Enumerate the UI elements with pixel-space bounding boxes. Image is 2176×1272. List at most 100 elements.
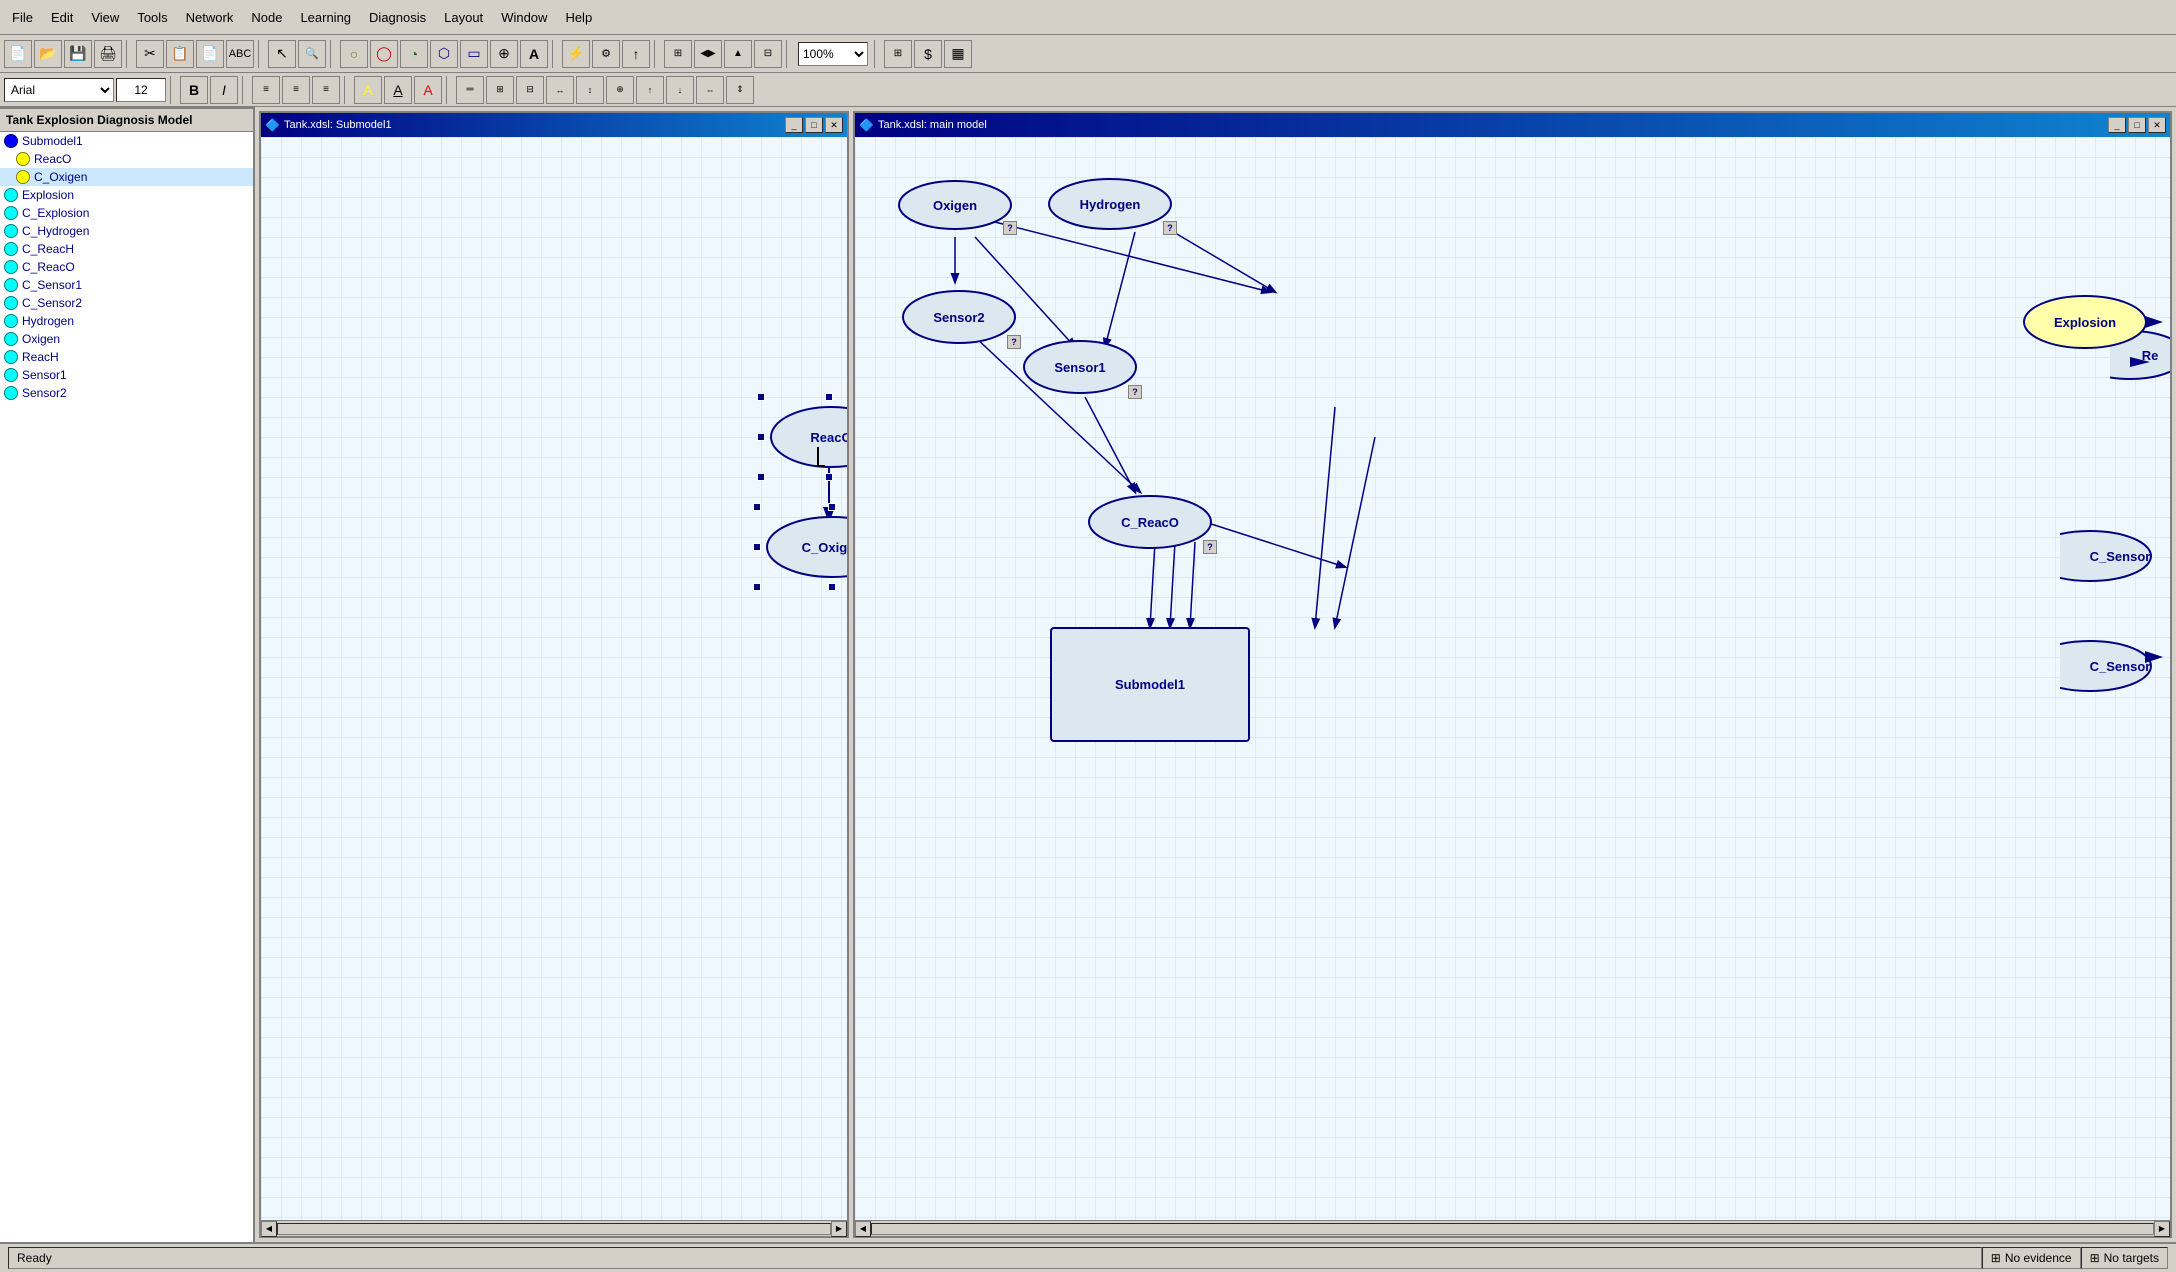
- arc-tool[interactable]: ◔: [400, 40, 428, 68]
- font-name-select[interactable]: Arial: [4, 78, 114, 102]
- nav-tool2[interactable]: ◀▶: [694, 40, 722, 68]
- up-tool[interactable]: ↑: [622, 40, 650, 68]
- handle-ml[interactable]: [757, 433, 765, 441]
- table-button[interactable]: ▦: [944, 40, 972, 68]
- sidebar-item-hydrogen[interactable]: Hydrogen: [0, 312, 253, 330]
- handle-bc[interactable]: [825, 473, 833, 481]
- print-button[interactable]: 🖨: [94, 40, 122, 68]
- node-arrange6[interactable]: ↑: [636, 76, 664, 104]
- font-size-input[interactable]: [116, 78, 166, 102]
- sidebar-item-reacH[interactable]: ReacH: [0, 348, 253, 366]
- cut-button[interactable]: ✂: [136, 40, 164, 68]
- c-oxigen-handle-ml[interactable]: [753, 543, 761, 551]
- align-center-button[interactable]: ≡: [282, 76, 310, 104]
- reaco-node-container[interactable]: ReacO ?: [761, 397, 847, 477]
- sidebar-item-c-oxigen[interactable]: C_Oxigen: [0, 168, 253, 186]
- handle-bl[interactable]: [757, 473, 765, 481]
- submodel-maximize-btn[interactable]: □: [805, 117, 823, 133]
- sidebar-item-c-hydrogen[interactable]: C_Hydrogen: [0, 222, 253, 240]
- link-tool[interactable]: ⚡: [562, 40, 590, 68]
- bold-button[interactable]: B: [180, 76, 208, 104]
- align-right-button[interactable]: ≡: [312, 76, 340, 104]
- node-arrange9[interactable]: ⇕: [726, 76, 754, 104]
- menu-node[interactable]: Node: [243, 6, 290, 29]
- reaco-node[interactable]: ReacO ?: [766, 403, 847, 471]
- grid-button[interactable]: ⊞: [884, 40, 912, 68]
- sensor1-info-badge[interactable]: ?: [1128, 385, 1142, 399]
- sensor1-node[interactable]: Sensor1 ?: [1020, 337, 1140, 397]
- nav-tool4[interactable]: ⊟: [754, 40, 782, 68]
- select-tool[interactable]: ↖: [268, 40, 296, 68]
- circle-tool[interactable]: ◯: [370, 40, 398, 68]
- node-arrange5[interactable]: ⊕: [606, 76, 634, 104]
- node-arrange8[interactable]: ⇔: [696, 76, 724, 104]
- sensor2-node[interactable]: Sensor2 ?: [899, 287, 1019, 347]
- node-arrange4[interactable]: ↕: [576, 76, 604, 104]
- hydrogen-info-badge[interactable]: ?: [1163, 221, 1177, 235]
- new-button[interactable]: 📄: [4, 40, 32, 68]
- menu-file[interactable]: File: [4, 6, 41, 29]
- menu-network[interactable]: Network: [178, 6, 242, 29]
- menu-learning[interactable]: Learning: [292, 6, 359, 29]
- submodel-scroll-right[interactable]: ▶: [831, 1221, 847, 1237]
- c-reaco-main-node[interactable]: C_ReacO ?: [1085, 492, 1215, 552]
- oxigen-info-badge[interactable]: ?: [1003, 221, 1017, 235]
- main-scroll-left[interactable]: ◀: [855, 1221, 871, 1237]
- pin-tool[interactable]: ⊕: [490, 40, 518, 68]
- sidebar-item-submodel1[interactable]: Submodel1: [0, 132, 253, 150]
- highlight-button[interactable]: A: [354, 76, 382, 104]
- hydrogen-node[interactable]: Hydrogen ?: [1045, 175, 1175, 233]
- sidebar-item-reaco[interactable]: ReacO: [0, 150, 253, 168]
- italic-button[interactable]: I: [210, 76, 238, 104]
- align-left-button[interactable]: ≡: [252, 76, 280, 104]
- sensor2-info-badge[interactable]: ?: [1007, 335, 1021, 349]
- font-color-button[interactable]: A: [414, 76, 442, 104]
- explosion-node[interactable]: Explosion: [2020, 292, 2150, 352]
- sidebar-item-c-reachH[interactable]: C_ReacH: [0, 240, 253, 258]
- zoom-tool[interactable]: 🔍: [298, 40, 326, 68]
- ellipse-tool[interactable]: ○: [340, 40, 368, 68]
- save-button[interactable]: 💾: [64, 40, 92, 68]
- hex-tool[interactable]: ⬡: [430, 40, 458, 68]
- text-tool[interactable]: A: [520, 40, 548, 68]
- nav-tool1[interactable]: ⊞: [664, 40, 692, 68]
- submodel-canvas[interactable]: ReacO ?: [261, 137, 847, 1220]
- node-arrange7[interactable]: ↓: [666, 76, 694, 104]
- c-oxigen-handle-bl[interactable]: [753, 583, 761, 591]
- main-close-btn[interactable]: ✕: [2148, 117, 2166, 133]
- sidebar-item-oxigen[interactable]: Oxigen: [0, 330, 253, 348]
- sidebar-item-c-sensor1[interactable]: C_Sensor1: [0, 276, 253, 294]
- submodel-minimize-btn[interactable]: _: [785, 117, 803, 133]
- menu-view[interactable]: View: [83, 6, 127, 29]
- c-oxigen-node[interactable]: C_Oxigen ?: [762, 513, 847, 581]
- paste-button[interactable]: 📄: [196, 40, 224, 68]
- find-button[interactable]: ABC: [226, 40, 254, 68]
- nav-tool3[interactable]: ▲: [724, 40, 752, 68]
- node-arrange2[interactable]: ⊟: [516, 76, 544, 104]
- submodel-close-btn[interactable]: ✕: [825, 117, 843, 133]
- sidebar-item-c-sensor2[interactable]: C_Sensor2: [0, 294, 253, 312]
- menu-diagnosis[interactable]: Diagnosis: [361, 6, 434, 29]
- handle-tc[interactable]: [825, 393, 833, 401]
- menu-tools[interactable]: Tools: [129, 6, 175, 29]
- handle-tl[interactable]: [757, 393, 765, 401]
- submodel-hscrollbar[interactable]: ◀ ▶: [261, 1220, 847, 1236]
- rect-tool[interactable]: ▭: [460, 40, 488, 68]
- main-scroll-right[interactable]: ▶: [2154, 1221, 2170, 1237]
- zoom-select[interactable]: 100% 75% 50% 150%: [798, 42, 868, 66]
- menu-window[interactable]: Window: [493, 6, 555, 29]
- submodel1-rect-node[interactable]: Submodel1: [1050, 627, 1250, 742]
- sidebar-item-explosion[interactable]: Explosion: [0, 186, 253, 204]
- gear-tool[interactable]: ⚙: [592, 40, 620, 68]
- sidebar-item-c-reaco[interactable]: C_ReacO: [0, 258, 253, 276]
- oxigen-node[interactable]: Oxigen ?: [895, 177, 1015, 233]
- sidebar-item-sensor1[interactable]: Sensor1: [0, 366, 253, 384]
- main-canvas[interactable]: Oxigen ? Hydrogen ? Re: [855, 137, 2170, 1220]
- node-arrange3[interactable]: ↔: [546, 76, 574, 104]
- c-oxigen-handle-tl[interactable]: [753, 503, 761, 511]
- menu-layout[interactable]: Layout: [436, 6, 491, 29]
- copy-button[interactable]: 📋: [166, 40, 194, 68]
- c-oxigen-handle-bc[interactable]: [828, 583, 836, 591]
- main-hscrollbar[interactable]: ◀ ▶: [855, 1220, 2170, 1236]
- main-maximize-btn[interactable]: □: [2128, 117, 2146, 133]
